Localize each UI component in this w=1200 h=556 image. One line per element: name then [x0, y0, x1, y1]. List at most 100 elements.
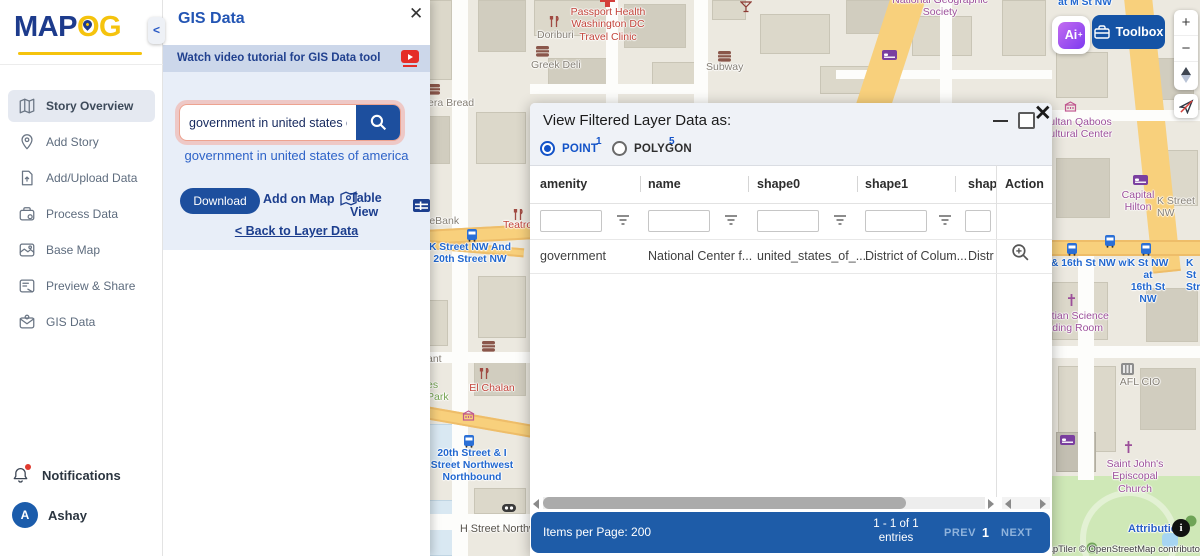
next-page-button[interactable]: NEXT: [1001, 527, 1032, 539]
upload-data-icon: [18, 169, 36, 187]
map-label: es Park: [427, 379, 449, 404]
maximize-icon[interactable]: [1018, 112, 1035, 129]
map-building: [760, 14, 830, 54]
minimize-icon[interactable]: [993, 120, 1008, 122]
logo-map-text: MAP: [14, 11, 77, 43]
table-view-button[interactable]: Table View: [350, 191, 430, 219]
map-icon-bus: [1140, 243, 1152, 256]
table-view-label: Table View: [350, 191, 408, 219]
filter-input-amenity[interactable]: [540, 210, 602, 232]
geolocate-button[interactable]: [1174, 94, 1198, 118]
column-header-name[interactable]: name: [648, 177, 681, 191]
panel-collapse-button[interactable]: <: [148, 17, 165, 44]
action-scroll-left-arrow[interactable]: [1005, 499, 1011, 509]
zoom-in-button[interactable]: +: [1174, 10, 1198, 36]
search-input[interactable]: [180, 105, 356, 140]
column-header-shape1[interactable]: shape1: [865, 177, 908, 191]
cell-amenity: government: [540, 249, 606, 263]
map-icon-bed: [1133, 175, 1148, 185]
map-building: [428, 0, 452, 80]
filter-icon[interactable]: [616, 214, 630, 226]
sidebar-item-add-upload-data[interactable]: Add/Upload Data: [8, 162, 155, 194]
notifications-button[interactable]: Notifications: [12, 466, 121, 484]
polygon-radio-label[interactable]: POLYGON: [634, 143, 692, 155]
scroll-right-arrow[interactable]: [988, 499, 994, 509]
map-label: Sultan Qaboos Cultural Center: [1042, 116, 1113, 141]
cell-shape1: District of Colum...: [865, 249, 967, 263]
column-header-amenity[interactable]: amenity: [540, 177, 587, 191]
map-icon-camera: [502, 504, 516, 512]
close-icon[interactable]: ✕: [1034, 101, 1052, 126]
map-icon-pcross: [1124, 441, 1133, 453]
video-tutorial-label: Watch video tutorial for GIS Data tool: [177, 52, 380, 64]
table-header-row: amenity name shape0 shape1 shap Action: [530, 165, 1052, 204]
point-radio[interactable]: [540, 141, 555, 156]
map-label: Doriburi: [537, 29, 574, 41]
scroll-left-arrow[interactable]: [533, 499, 539, 509]
map-icon-bldicon: [1121, 363, 1134, 375]
map-icon-martini: [740, 1, 752, 13]
map-label: Greek Deli: [531, 59, 581, 71]
toolbox-label: Toolbox: [1116, 25, 1164, 39]
sidebar-item-label: GIS Data: [46, 315, 95, 329]
filter-icon[interactable]: [833, 214, 847, 226]
map-icon-museum: [462, 410, 475, 421]
back-to-layer-data-link[interactable]: < Back to Layer Data: [163, 224, 430, 238]
column-header-shape0[interactable]: shape0: [757, 177, 800, 191]
map-building: [1056, 158, 1110, 218]
action-scroll-right-arrow[interactable]: [1040, 499, 1046, 509]
point-radio-label[interactable]: POINT: [562, 143, 598, 155]
zoom-out-button[interactable]: −: [1174, 36, 1198, 62]
sidebar-item-add-story[interactable]: Add Story: [8, 126, 155, 158]
filter-icon[interactable]: [724, 214, 738, 226]
polygon-radio[interactable]: [612, 141, 627, 156]
user-menu[interactable]: A Ashay: [12, 502, 87, 528]
sidebar-item-gis-data[interactable]: GIS Data: [8, 306, 155, 338]
process-data-icon: [18, 205, 36, 223]
map-label: K St NW at 16th St NW: [1122, 258, 1174, 307]
filter-icon[interactable]: [938, 214, 952, 226]
video-tutorial-banner[interactable]: Watch video tutorial for GIS Data tool: [163, 45, 430, 72]
preview-share-icon: [18, 277, 36, 295]
prev-page-button[interactable]: PREV: [944, 527, 976, 539]
current-page-number[interactable]: 1: [982, 526, 989, 540]
table-row[interactable]: government National Center f... united_s…: [530, 239, 1052, 274]
zoom-to-feature-icon[interactable]: [1011, 243, 1030, 262]
attribution-info-button[interactable]: i: [1172, 519, 1190, 537]
sidebar-item-story-overview[interactable]: Story Overview: [8, 90, 155, 122]
map-label: National Geographic Society: [892, 0, 988, 19]
map-building: [478, 0, 526, 52]
search-suggestion-link[interactable]: government in united states of america: [163, 148, 430, 163]
filter-input-name[interactable]: [648, 210, 710, 232]
ai-icon: Ai: [1058, 22, 1085, 49]
ai-tool-button[interactable]: Ai: [1052, 16, 1090, 54]
add-on-map-button[interactable]: Add on Map: [263, 191, 357, 206]
horizontal-scrollbar-thumb[interactable]: [543, 497, 906, 509]
notifications-label: Notifications: [42, 468, 121, 483]
toolbox-button[interactable]: Toolbox: [1092, 15, 1165, 49]
map-icon-bed: [1060, 435, 1075, 445]
map-building: [428, 116, 450, 164]
entries-word: entries: [856, 532, 936, 544]
sidebar-item-preview-share[interactable]: Preview & Share: [8, 270, 155, 302]
download-button[interactable]: Download: [180, 188, 260, 214]
filter-input-shape0[interactable]: [757, 210, 819, 232]
column-divider: [748, 176, 749, 192]
filter-input-shape2[interactable]: [965, 210, 991, 232]
sidebar-item-base-map[interactable]: Base Map: [8, 234, 155, 266]
sidebar-item-process-data[interactable]: Process Data: [8, 198, 155, 230]
search-button[interactable]: [356, 105, 400, 140]
panel-close-icon[interactable]: ✕: [409, 4, 423, 24]
compass-button[interactable]: [1174, 62, 1198, 88]
youtube-icon[interactable]: [401, 50, 419, 63]
map-icon-bus: [1104, 235, 1116, 248]
map-label: era Bread: [428, 97, 474, 109]
map-label: leBank: [427, 215, 459, 227]
map-zoom-controls: + −: [1174, 10, 1198, 90]
sidebar-item-label: Process Data: [46, 207, 118, 221]
filter-input-shape1[interactable]: [865, 210, 927, 232]
column-header-shape2[interactable]: shap: [968, 177, 997, 191]
map-icon-fork: [478, 368, 490, 380]
base-map-icon: [18, 241, 36, 259]
polygon-count: 5: [669, 136, 675, 147]
